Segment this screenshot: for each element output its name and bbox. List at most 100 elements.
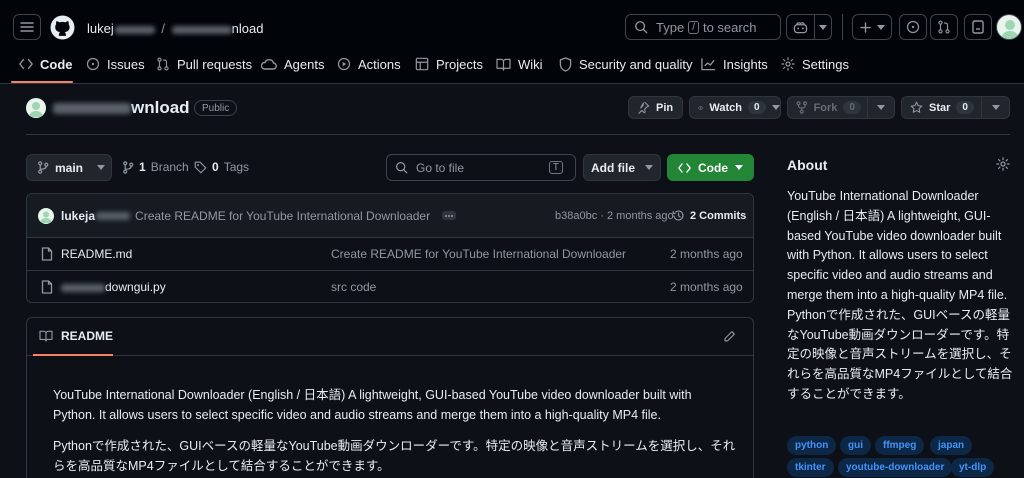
search-input[interactable]: Type / to search	[625, 14, 781, 40]
visibility-badge: Public	[194, 100, 238, 116]
readme-header	[27, 318, 753, 356]
book-icon	[39, 330, 53, 342]
divider	[26, 134, 1010, 135]
chevron-down-icon	[771, 105, 780, 110]
history-icon	[672, 210, 684, 221]
inbox-button[interactable]	[964, 14, 992, 40]
inbox-icon	[972, 20, 984, 34]
about-title: About	[787, 157, 828, 173]
search-icon	[396, 162, 408, 174]
avatar[interactable]	[996, 14, 1022, 40]
avatar	[38, 207, 54, 224]
file-name[interactable]: README.md	[61, 247, 132, 261]
star-button[interactable]: Star 0	[901, 96, 1010, 119]
fork-dropdown[interactable]	[866, 97, 894, 118]
watch-dropdown[interactable]	[771, 97, 780, 118]
copilot-icon	[793, 21, 808, 33]
shield-icon	[559, 56, 572, 72]
star-icon	[910, 101, 923, 113]
tab-readme[interactable]: README	[39, 329, 113, 343]
pin-icon	[638, 101, 650, 114]
branch-icon	[38, 161, 49, 174]
search-icon	[635, 21, 648, 34]
topic-tag[interactable]: japan	[930, 436, 973, 455]
tab-issues[interactable]: Issues	[86, 52, 145, 76]
tab-pull-requests[interactable]: Pull requests	[156, 52, 252, 76]
active-tab-underline	[33, 354, 113, 356]
commit-author[interactable]: lukeja	[61, 209, 95, 223]
book-icon	[496, 58, 511, 71]
add-file-button[interactable]: Add file	[583, 154, 661, 181]
hamburger-icon	[20, 22, 34, 32]
about-settings-button[interactable]	[996, 157, 1010, 171]
agents-icon	[261, 59, 277, 70]
readme-paragraph: YouTube International Downloader (Englis…	[53, 388, 692, 422]
topic-tag[interactable]: gui	[840, 436, 871, 455]
pull-requests-button[interactable]	[930, 14, 958, 40]
table-icon	[415, 57, 429, 71]
watch-button[interactable]: Watch 0	[689, 96, 781, 119]
ellipsis-icon[interactable]	[442, 211, 457, 220]
tab-security[interactable]: Security and quality	[559, 52, 692, 76]
issues-button[interactable]	[899, 14, 927, 40]
play-icon	[337, 57, 351, 71]
pin-button[interactable]: Pin	[628, 96, 683, 119]
repo-title[interactable]: wnload	[53, 98, 190, 118]
copilot-button[interactable]	[786, 14, 832, 40]
fork-button[interactable]: Fork 0	[787, 96, 895, 119]
file-name[interactable]: downgui.py	[61, 280, 166, 294]
tab-insights[interactable]: Insights	[701, 52, 768, 76]
commit-hash-age[interactable]: b38a0bc · 2 months ago	[555, 210, 674, 222]
topic-tag[interactable]: youtube-downloader	[838, 458, 953, 477]
topic-tag[interactable]: yt-dlp	[951, 458, 995, 477]
repo-avatar	[26, 98, 46, 118]
readme-paragraph: Pythonで作成された、GUIベースの軽量なYouTube動画ダウンローダーで…	[53, 439, 736, 473]
chevron-down-icon	[645, 165, 653, 170]
chevron-down-icon	[735, 165, 743, 170]
chevron-down-icon	[876, 105, 885, 110]
table-row[interactable]: downgui.py src code 2 months ago	[27, 270, 753, 302]
tab-agents[interactable]: Agents	[261, 52, 324, 76]
issue-icon	[906, 20, 920, 34]
issue-icon	[86, 57, 100, 71]
go-to-file-input[interactable]: Go to file T	[386, 154, 576, 181]
branch-icon	[123, 160, 134, 174]
tab-settings[interactable]: Settings	[781, 52, 849, 76]
owner-link[interactable]: lukej	[87, 21, 114, 36]
commit-message[interactable]: Create README for YouTube International …	[135, 209, 430, 223]
readme-panel: README YouTube International Downloader …	[26, 317, 754, 478]
file-icon	[41, 280, 53, 294]
pencil-icon	[724, 331, 735, 342]
file-age: 2 months ago	[670, 247, 743, 261]
star-count: 0	[956, 101, 974, 114]
pull-request-icon	[938, 20, 950, 34]
tab-wiki[interactable]: Wiki	[496, 52, 543, 76]
edit-readme-button[interactable]	[723, 330, 736, 343]
table-row[interactable]: README.md Create README for YouTube Inte…	[27, 237, 753, 270]
topic-tag[interactable]: python	[787, 436, 837, 455]
latest-commit-bar: lukeja Create README for YouTube Interna…	[27, 194, 753, 237]
star-dropdown[interactable]	[981, 97, 1009, 118]
file-commit-message[interactable]: src code	[331, 280, 376, 294]
branch-selector[interactable]: main	[26, 154, 112, 181]
chevron-down-icon	[991, 105, 1000, 110]
tab-actions[interactable]: Actions	[337, 52, 401, 76]
file-table: lukeja Create README for YouTube Interna…	[26, 193, 754, 303]
plus-icon	[859, 21, 871, 33]
graph-icon	[701, 58, 716, 71]
topic-tag[interactable]: ffmpeg	[875, 436, 925, 455]
tab-projects[interactable]: Projects	[415, 52, 483, 76]
repo-link[interactable]: nload	[232, 21, 264, 36]
tab-code[interactable]: Code	[19, 52, 73, 76]
tags-link[interactable]: 0 Tags	[194, 160, 249, 174]
branches-link[interactable]: 1 Branch	[122, 160, 189, 174]
topic-tag[interactable]: tkinter	[787, 458, 834, 477]
menu-button[interactable]	[13, 14, 41, 40]
commits-link[interactable]: 2 Commits	[672, 209, 746, 222]
file-commit-message[interactable]: Create README for YouTube International …	[331, 247, 626, 261]
gear-icon	[781, 57, 795, 71]
github-logo-icon[interactable]	[50, 15, 75, 40]
chevron-down-icon	[819, 24, 827, 30]
code-button[interactable]: Code	[667, 154, 754, 181]
create-new-button[interactable]	[852, 14, 892, 40]
